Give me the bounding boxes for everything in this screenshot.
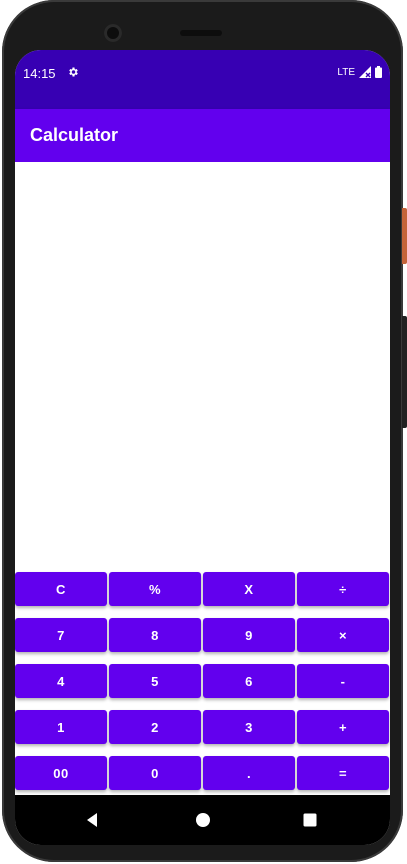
front-camera: [104, 24, 122, 42]
digit-7-button[interactable]: 7: [15, 618, 107, 652]
digit-3-button[interactable]: 3: [203, 710, 295, 744]
digit-1-button[interactable]: 1: [15, 710, 107, 744]
percent-button[interactable]: %: [109, 572, 201, 606]
x-button[interactable]: X: [203, 572, 295, 606]
calculator-display: [15, 162, 390, 570]
multiply-button[interactable]: ×: [297, 618, 389, 652]
app-bar: Calculator: [15, 109, 390, 162]
keypad-row: 4 5 6 -: [15, 664, 390, 698]
device-frame: 14:15 LTE Calculator C % X ÷ 7 8 9 × 4 5…: [0, 0, 407, 864]
status-bar: 14:15 LTE: [15, 50, 390, 109]
recents-icon[interactable]: [299, 809, 321, 831]
status-indicators: LTE: [337, 66, 382, 78]
screen: 14:15 LTE Calculator C % X ÷ 7 8 9 × 4 5…: [15, 50, 390, 845]
digit-4-button[interactable]: 4: [15, 664, 107, 698]
add-button[interactable]: +: [297, 710, 389, 744]
equals-button[interactable]: =: [297, 756, 389, 790]
home-icon[interactable]: [192, 809, 214, 831]
navigation-bar: [15, 795, 390, 845]
divide-button[interactable]: ÷: [297, 572, 389, 606]
digit-0-button[interactable]: 0: [109, 756, 201, 790]
keypad-row: C % X ÷: [15, 572, 390, 606]
digit-8-button[interactable]: 8: [109, 618, 201, 652]
digit-2-button[interactable]: 2: [109, 710, 201, 744]
subtract-button[interactable]: -: [297, 664, 389, 698]
volume-button: [402, 316, 407, 428]
signal-icon: [359, 66, 371, 78]
settings-gear-icon: [69, 67, 78, 77]
clear-button[interactable]: C: [15, 572, 107, 606]
digit-5-button[interactable]: 5: [109, 664, 201, 698]
digit-9-button[interactable]: 9: [203, 618, 295, 652]
battery-icon: [375, 66, 382, 78]
digit-6-button[interactable]: 6: [203, 664, 295, 698]
app-title: Calculator: [30, 125, 119, 145]
keypad-row: 1 2 3 +: [15, 710, 390, 744]
decimal-point-button[interactable]: .: [203, 756, 295, 790]
network-type: LTE: [337, 66, 355, 78]
keypad-row: 00 0 . =: [15, 756, 390, 790]
double-zero-button[interactable]: 00: [15, 756, 107, 790]
status-time: 14:15: [23, 66, 56, 81]
keypad-row: 7 8 9 ×: [15, 618, 390, 652]
power-button: [402, 208, 407, 264]
earpiece-speaker: [180, 30, 222, 36]
back-icon[interactable]: [82, 809, 104, 831]
